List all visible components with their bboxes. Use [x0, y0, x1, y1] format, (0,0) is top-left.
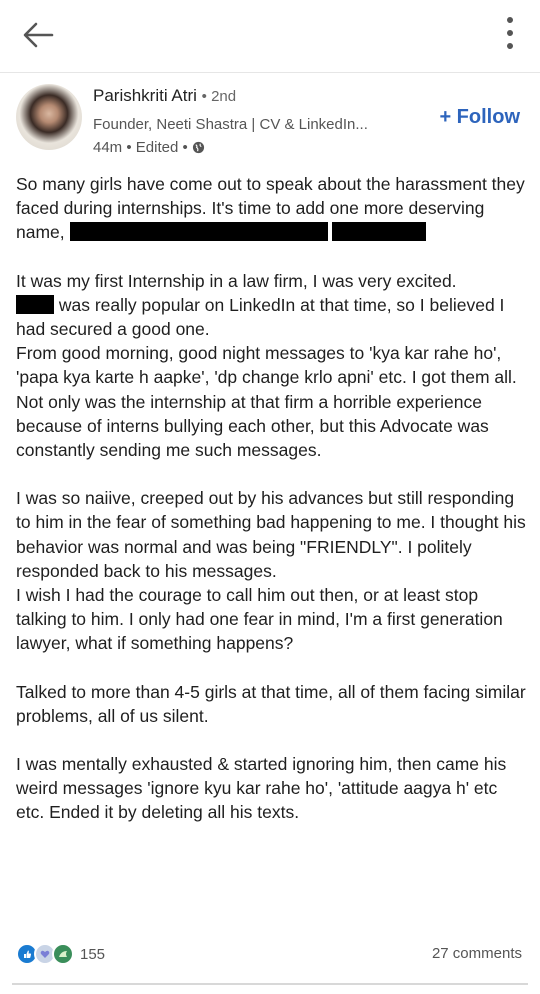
- post-paragraph: I was so naiive, creeped out by his adva…: [16, 488, 526, 581]
- author-headline: Founder, Neeti Shastra | CV & LinkedIn..…: [93, 116, 368, 133]
- arrow-left-icon[interactable]: [18, 18, 58, 52]
- support-icon: [52, 943, 74, 965]
- post-paragraph: I wish I had the courage to call him out…: [16, 585, 503, 654]
- author-name[interactable]: Parishkriti Atri: [93, 86, 197, 105]
- post-body: So many girls have come out to speak abo…: [16, 172, 528, 825]
- comments-count-link[interactable]: 27 comments: [432, 945, 522, 962]
- top-bar: [0, 0, 540, 70]
- author-name-row[interactable]: Parishkriti Atri • 2nd: [93, 86, 236, 106]
- post-meta: 44m • Edited •: [93, 139, 205, 156]
- follow-button[interactable]: + Follow: [439, 106, 520, 129]
- connection-degree: • 2nd: [201, 88, 237, 105]
- redaction-bar: [16, 294, 54, 314]
- post-paragraph: I was mentally exhausted & started ignor…: [16, 754, 507, 823]
- footer-divider: [12, 983, 528, 985]
- redaction-bar: [69, 222, 328, 242]
- post-paragraph: was really popular on LinkedIn at that t…: [16, 294, 505, 340]
- globe-icon: [192, 141, 204, 154]
- post-paragraph: From good morning, good night messages t…: [16, 343, 517, 388]
- more-vertical-icon[interactable]: [502, 14, 518, 52]
- post-paragraph: Talked to more than 4-5 girls at that ti…: [16, 681, 526, 726]
- reactions-summary[interactable]: 155: [16, 943, 105, 965]
- redaction-bar: [332, 222, 427, 242]
- post-paragraph: Not only was the internship at that firm…: [16, 391, 489, 461]
- avatar[interactable]: [16, 84, 82, 150]
- reaction-count: 155: [80, 945, 106, 963]
- post-paragraph: It was my first Internship in a law firm…: [16, 270, 457, 291]
- header-divider: [0, 72, 540, 73]
- post-time: 44m • Edited •: [93, 139, 188, 156]
